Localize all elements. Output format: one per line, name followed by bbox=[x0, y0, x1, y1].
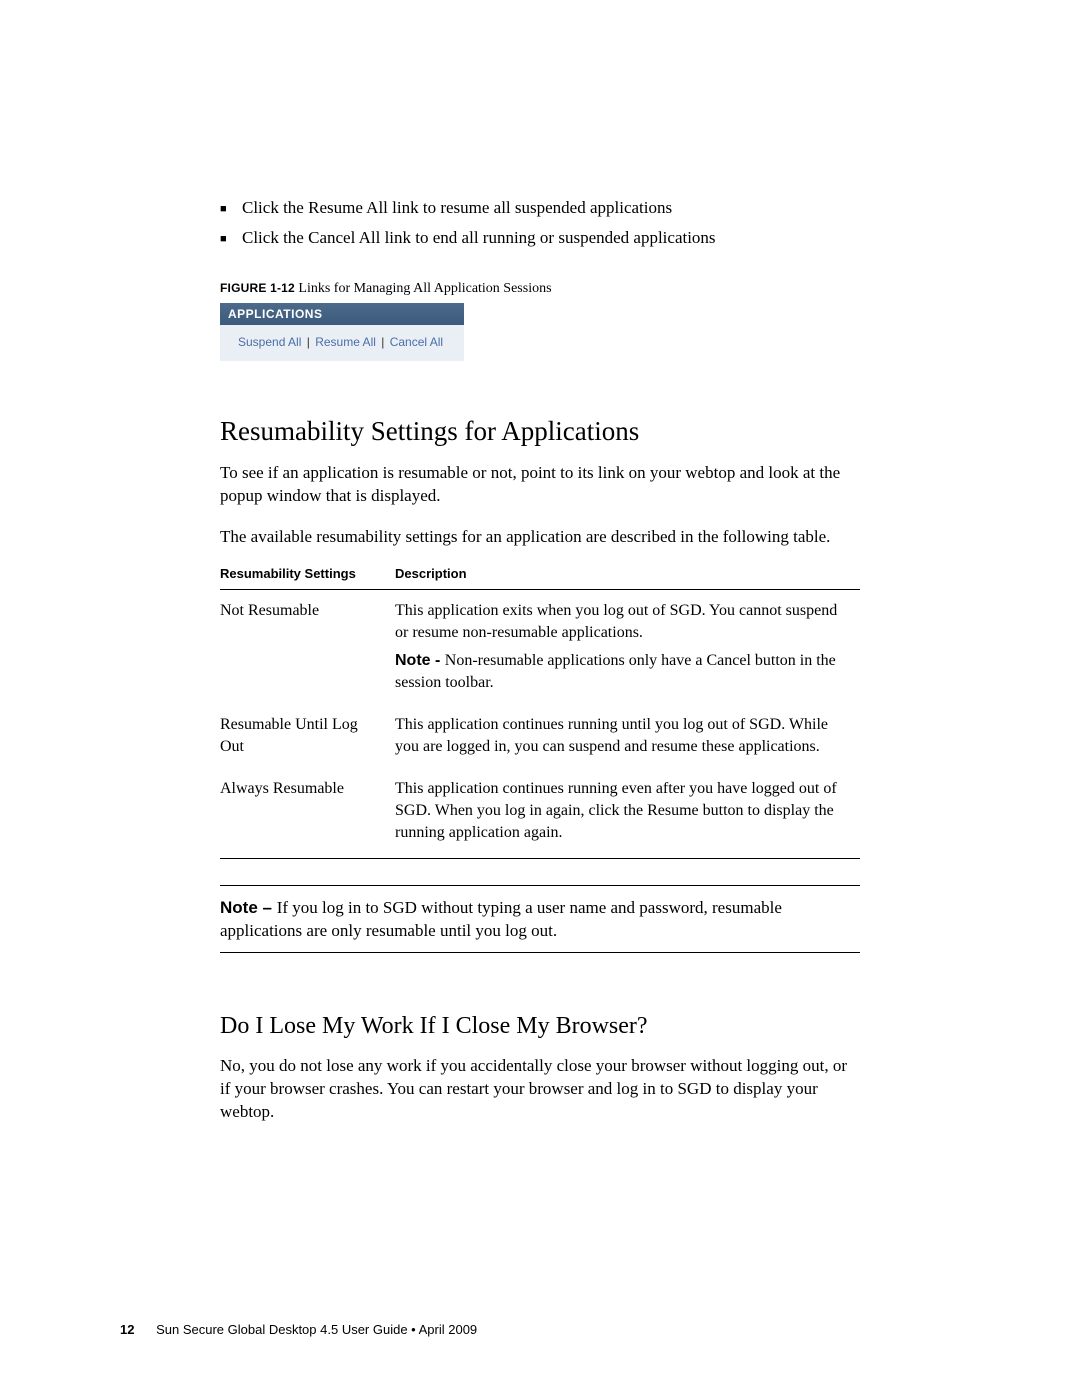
table-row: Resumable Until Log Out This application… bbox=[220, 704, 860, 768]
body-paragraph: No, you do not lose any work if you acci… bbox=[220, 1054, 860, 1123]
resume-all-link[interactable]: Resume All bbox=[315, 335, 376, 349]
table-cell-text: This application exits when you log out … bbox=[395, 600, 850, 644]
note-label: Note – bbox=[220, 898, 277, 917]
figure-caption-text: Links for Managing All Application Sessi… bbox=[298, 281, 551, 296]
applet-links-row: Suspend All | Resume All | Cancel All bbox=[220, 325, 464, 361]
section-heading-resumability: Resumability Settings for Applications bbox=[220, 416, 860, 447]
link-separator: | bbox=[381, 335, 384, 349]
link-separator: | bbox=[307, 335, 310, 349]
figure-caption: FIGURE 1-12 Links for Managing All Appli… bbox=[220, 281, 860, 297]
table-header: Resumability Settings bbox=[220, 566, 395, 590]
applications-applet: APPLICATIONS Suspend All | Resume All | … bbox=[220, 303, 464, 361]
table-row: Always Resumable This application contin… bbox=[220, 768, 860, 859]
table-header: Description bbox=[395, 566, 860, 590]
figure-label: FIGURE 1-12 bbox=[220, 281, 295, 295]
page-footer: 12 Sun Secure Global Desktop 4.5 User Gu… bbox=[120, 1322, 477, 1337]
table-cell: Not Resumable bbox=[220, 590, 395, 705]
section-heading-browser: Do I Lose My Work If I Close My Browser? bbox=[220, 1013, 860, 1040]
suspend-all-link[interactable]: Suspend All bbox=[238, 335, 301, 349]
body-paragraph: To see if an application is resumable or… bbox=[220, 461, 860, 507]
note-text: If you log in to SGD without typing a us… bbox=[220, 898, 782, 940]
footer-text: Sun Secure Global Desktop 4.5 User Guide… bbox=[156, 1322, 477, 1337]
bullet-list: Click the Resume All link to resume all … bbox=[220, 195, 860, 251]
table-row: Not Resumable This application exits whe… bbox=[220, 590, 860, 705]
note-inline-label: Note - bbox=[395, 652, 445, 669]
applet-header: APPLICATIONS bbox=[220, 303, 464, 325]
note-inline-text: Non-resumable applications only have a C… bbox=[395, 652, 836, 691]
table-cell: This application continues running even … bbox=[395, 768, 860, 859]
note-box: Note – If you log in to SGD without typi… bbox=[220, 885, 860, 953]
table-cell: Resumable Until Log Out bbox=[220, 704, 395, 768]
cancel-all-link[interactable]: Cancel All bbox=[390, 335, 443, 349]
bullet-item: Click the Resume All link to resume all … bbox=[220, 195, 860, 221]
table-cell: This application exits when you log out … bbox=[395, 590, 860, 705]
table-cell: This application continues running until… bbox=[395, 704, 860, 768]
table-cell: Always Resumable bbox=[220, 768, 395, 859]
resumability-settings-table: Resumability Settings Description Not Re… bbox=[220, 566, 860, 859]
document-page: Click the Resume All link to resume all … bbox=[0, 0, 1080, 1397]
body-paragraph: The available resumability settings for … bbox=[220, 525, 860, 548]
page-number: 12 bbox=[120, 1322, 134, 1337]
bullet-item: Click the Cancel All link to end all run… bbox=[220, 225, 860, 251]
